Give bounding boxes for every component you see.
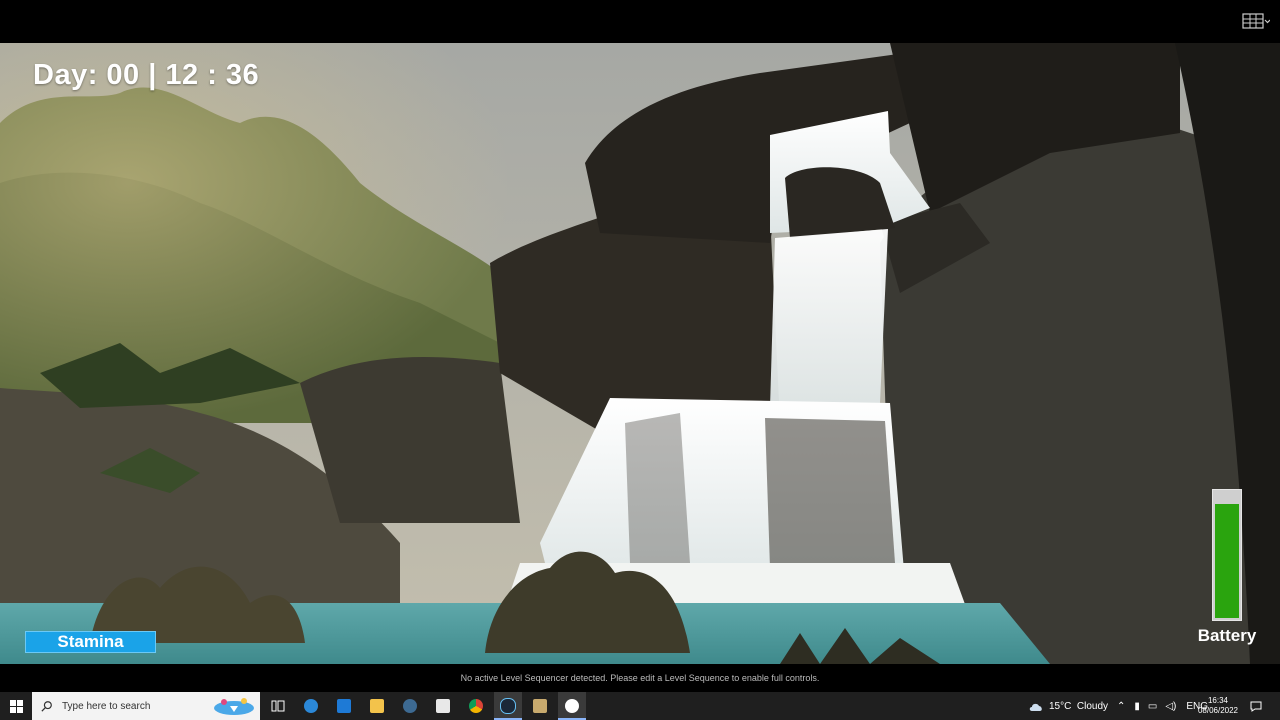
battery-label: Battery <box>1197 626 1257 645</box>
search-highlight-icon <box>214 698 254 715</box>
clock-date: 08/06/2022 <box>1197 706 1239 715</box>
top-bar <box>0 0 1280 43</box>
file-explorer-icon[interactable] <box>364 692 390 720</box>
chrome-icon[interactable] <box>463 692 489 720</box>
battery-meter <box>1212 489 1242 621</box>
volume-icon[interactable]: ◁) <box>1165 701 1176 712</box>
start-icon[interactable] <box>0 692 32 720</box>
steam-icon-2[interactable] <box>494 692 522 720</box>
level-sequencer-message: No active Level Sequencer detected. Plea… <box>0 664 1280 692</box>
edge-icon[interactable] <box>298 692 324 720</box>
taskbar: Type here to search 15°C Cloudy ⌃ ▮ ▭ ◁)… <box>0 692 1280 720</box>
stamina-label: Stamina <box>57 632 124 651</box>
cloud-icon <box>1029 703 1042 711</box>
task-view-icon[interactable] <box>266 692 290 720</box>
clock-time: 16:34 <box>1207 696 1229 705</box>
network-icon[interactable]: ▭ <box>1148 701 1157 712</box>
microphone-icon[interactable]: ▮ <box>1134 701 1140 712</box>
chevron-up-icon[interactable]: ⌃ <box>1117 701 1125 712</box>
battery-fill <box>1215 503 1239 618</box>
league-icon[interactable] <box>527 692 553 720</box>
stamina-bar: Stamina <box>25 631 156 653</box>
search-icon <box>41 701 52 712</box>
search-placeholder: Type here to search <box>62 700 151 712</box>
taskbar-search-box[interactable]: Type here to search <box>32 692 260 720</box>
viewport-layout-icon[interactable] <box>1242 12 1270 30</box>
mail-icon[interactable] <box>331 692 357 720</box>
steam-icon[interactable] <box>397 692 423 720</box>
clock[interactable]: 16:34 08/06/2022 <box>1196 692 1240 720</box>
weather-widget[interactable]: 15°C Cloudy <box>1028 692 1108 720</box>
notification-icon[interactable] <box>1250 692 1262 720</box>
waterfall-scene-image <box>0 43 1280 664</box>
unreal-engine-icon[interactable] <box>558 692 586 720</box>
game-viewport[interactable]: Day: 00 | 12 : 36 Stamina Battery <box>0 43 1280 664</box>
weather-text: 15°C Cloudy <box>1049 700 1109 712</box>
day-time-clock: Day: 00 | 12 : 36 <box>33 59 260 91</box>
store-icon[interactable] <box>430 692 456 720</box>
